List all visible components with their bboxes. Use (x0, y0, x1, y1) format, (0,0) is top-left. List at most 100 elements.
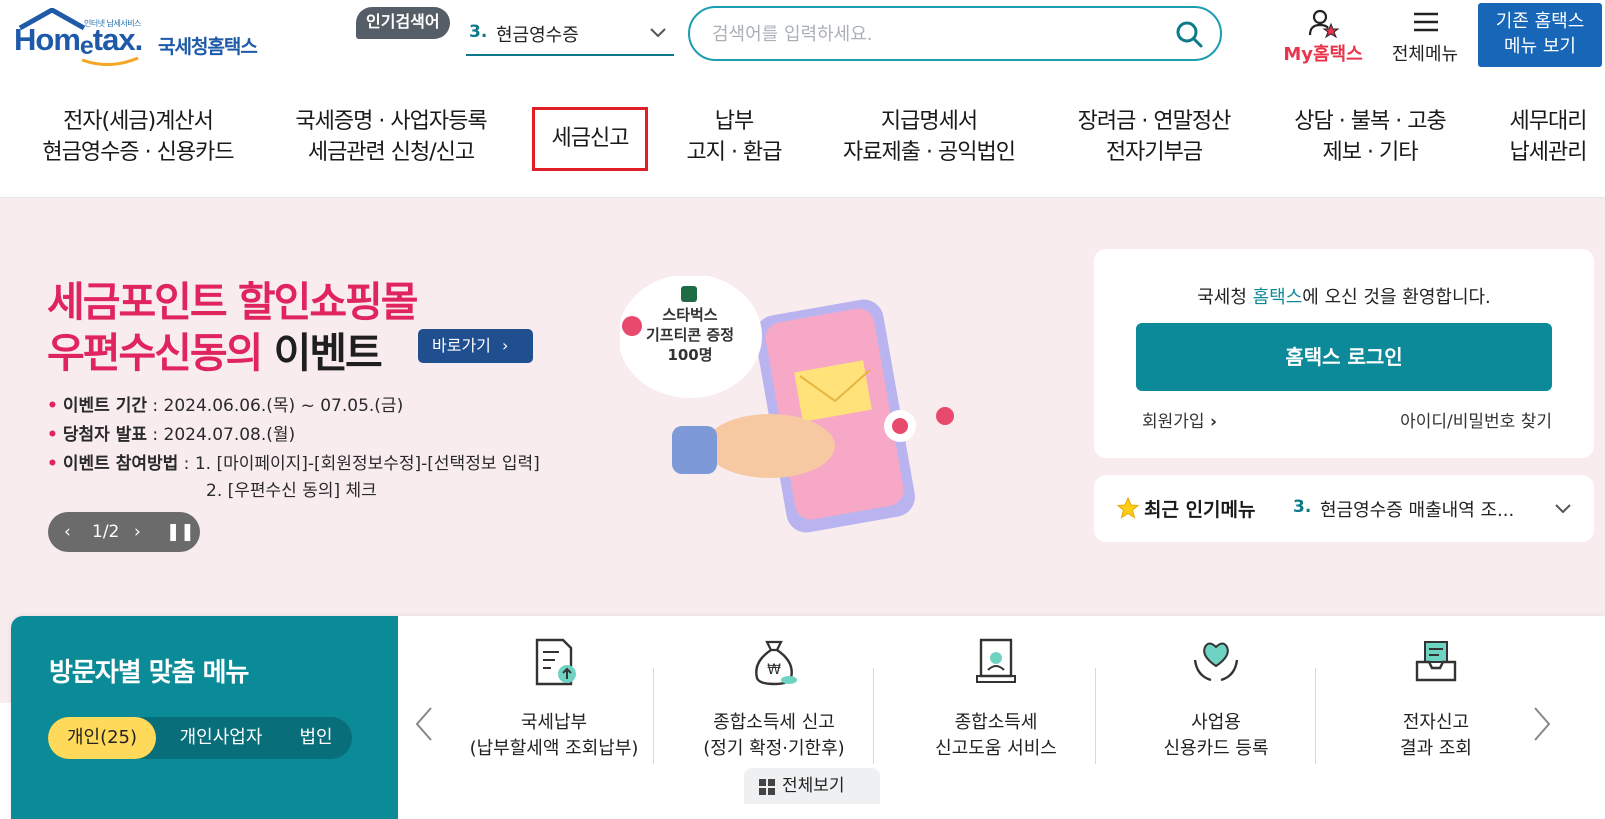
bubble-line2: 기프티콘 증정 (646, 326, 734, 344)
popular-keyword-badge: 인기검색어 (356, 7, 450, 39)
logo-korean-name: 국세청홈택스 (158, 36, 258, 58)
pager-pause-icon[interactable]: ❚❚ (166, 512, 195, 552)
service-line2: 신용카드 등록 (1163, 738, 1269, 759)
gnb-label-line1: 세무대리 (1509, 109, 1588, 134)
my-hometax-button[interactable]: My홈택스 (1278, 6, 1368, 66)
all-menu-button[interactable]: 전체메뉴 (1380, 6, 1470, 66)
service-divider (653, 668, 654, 764)
gnb-label-line1: 세금신고 (551, 126, 630, 151)
chevron-right-icon: › (501, 336, 509, 355)
bubble-line3: 100명 (667, 346, 712, 364)
chevron-left-icon[interactable] (413, 706, 435, 742)
gnb-label-line2: 납세관리 (1509, 140, 1588, 165)
event-method: • 이벤트 참여방법 : 1. [마이페이지]-[회원정보수정]-[선택정보 입력… (47, 454, 540, 474)
login-button[interactable]: 홈택스 로그인 (1136, 323, 1552, 391)
go-button-label: 바로가기 (432, 336, 491, 355)
my-hometax-label: My홈택스 (1283, 44, 1363, 65)
user-star-icon (1308, 9, 1340, 38)
gnb-item-consult[interactable]: 상담 · 불복 · 고충 제보 · 기타 (1282, 106, 1458, 168)
hamburger-icon (1414, 12, 1438, 32)
login-card: 국세청 홈택스에 오신 것을 환영합니다. 홈택스 로그인 회원가입 › 아이디… (1094, 249, 1594, 458)
old-menu-line2: 메뉴 보기 (1504, 36, 1576, 57)
phone-envelope-illustration: 스타벅스 기프티콘 증정 100명 (620, 276, 954, 533)
join-link[interactable]: 회원가입 › (1142, 407, 1217, 432)
banner-go-button[interactable]: 바로가기 › (418, 329, 533, 363)
view-all-label: 전체보기 (782, 776, 845, 796)
popular-menu-number: 3. (1293, 497, 1312, 517)
gnb-label-line2: 자료제출 · 공익법인 (843, 140, 1016, 165)
chevron-down-icon (650, 28, 666, 38)
find-id-password-link[interactable]: 아이디/비밀번호 찾기 (1400, 407, 1552, 432)
visitor-menu-side: 방문자별 맞춤 메뉴 개인(25) 개인사업자 법인 (11, 616, 398, 819)
popular-menu-card[interactable]: 최근 인기메뉴 3. 현금영수증 매출내역 조... (1094, 475, 1594, 542)
popular-menu-text: 현금영수증 매출내역 조... (1320, 500, 1515, 521)
service-e-filing-result[interactable]: 전자신고 결과 조회 (1325, 636, 1547, 786)
main-navigation: 전자(세금)계산서 현금영수증 · 신용카드 국세증명 · 사업자등록 세금관련… (0, 80, 1605, 198)
service-line2: 신고도움 서비스 (935, 738, 1057, 759)
event-period: • 이벤트 기간 : 2024.06.06.(목) ~ 07.05.(금) (47, 396, 404, 416)
service-filing-help[interactable]: 종합소득세 신고도움 서비스 (885, 636, 1107, 786)
heart-hands-icon (1193, 642, 1239, 682)
visitor-menu-title: 방문자별 맞춤 메뉴 (49, 658, 249, 688)
view-all-button[interactable]: 전체보기 (744, 768, 880, 804)
hometax-logo[interactable]: 인터넷 납세서비스 Hometax. 국세청홈택스 (14, 4, 284, 70)
gnb-label-line1: 상담 · 불복 · 고충 (1294, 109, 1446, 134)
event-method-step2: 2. [우편수신 동의] 체크 (206, 481, 377, 501)
gnb-label-line2: 현금영수증 · 신용카드 (42, 140, 234, 165)
gnb-label-line1: 지급명세서 (880, 109, 978, 134)
tab-individual-business[interactable]: 개인사업자 (162, 717, 280, 759)
service-line1: 사업용 (1191, 712, 1241, 733)
chevron-right-icon[interactable] (1531, 706, 1553, 742)
filing-help-icon (976, 638, 1016, 683)
service-line2: 결과 조회 (1400, 738, 1472, 759)
service-line1: 종합소득세 신고 (713, 712, 835, 733)
pager-count: 1/2 (92, 522, 120, 542)
popular-keyword-text: 현금영수증 (496, 25, 579, 46)
pager-prev-icon[interactable]: ‹ (64, 512, 71, 552)
service-line2: (정기 확정·기한후) (703, 738, 845, 759)
search-input[interactable] (712, 19, 1152, 49)
visitor-type-tabs: 개인(25) 개인사업자 법인 (48, 717, 352, 759)
gnb-label-line1: 납부 (714, 109, 754, 134)
tab-individual[interactable]: 개인(25) (48, 717, 156, 759)
bubble-line1: 스타벅스 (662, 306, 717, 324)
gnb-item-tax-filing[interactable]: 세금신고 (532, 107, 648, 171)
welcome-message: 국세청 홈택스에 오신 것을 환영합니다. (1197, 287, 1491, 308)
gnb-label-line2: 고지 · 환급 (686, 140, 783, 165)
gnb-label-line2: 전자기부금 (1105, 140, 1203, 165)
pager-next-icon[interactable]: › (134, 512, 141, 552)
banner-title-line2: 우편수신동의 이벤트 (47, 329, 383, 377)
service-divider (1315, 668, 1316, 764)
tab-corporation[interactable]: 법인 (284, 717, 348, 759)
gnb-item-payment[interactable]: 납부 고지 · 환급 (678, 106, 790, 168)
all-menu-label: 전체메뉴 (1391, 44, 1459, 65)
gnb-item-incentive[interactable]: 장려금 · 연말정산 전자기부금 (1068, 106, 1240, 168)
header: 인터넷 납세서비스 Hometax. 국세청홈택스 인기검색어 3. 현금영수증… (0, 0, 1605, 80)
service-business-card[interactable]: 사업용 신용카드 등록 (1105, 636, 1327, 786)
old-hometax-menu-button[interactable]: 기존 홈택스 메뉴 보기 (1478, 3, 1602, 67)
grid-icon (759, 779, 775, 795)
starbucks-cup-icon (681, 286, 697, 302)
gnb-label-line1: 장려금 · 연말정산 (1077, 109, 1232, 134)
gnb-item-statement[interactable]: 지급명세서 자료제출 · 공익법인 (836, 106, 1022, 168)
gnb-label-line2: 제보 · 기타 (1322, 140, 1419, 165)
popular-keyword-number: 3. (469, 22, 488, 42)
gnb-item-tax-agent[interactable]: 세무대리 납세관리 (1494, 106, 1602, 168)
service-line1: 종합소득세 (954, 712, 1038, 733)
gnb-item-certificate[interactable]: 국세증명 · 사업자등록 세금관련 신청/신고 (288, 106, 494, 168)
money-bag-icon: ₩ (755, 640, 797, 686)
popular-keyword-select[interactable]: 3. 현금영수증 (466, 14, 674, 56)
gnb-item-e-invoice[interactable]: 전자(세금)계산서 현금영수증 · 신용카드 (38, 106, 238, 168)
logo-brand: Hometax. (14, 22, 143, 60)
svg-text:₩: ₩ (767, 662, 781, 678)
swoosh-icon (81, 56, 139, 66)
service-divider (873, 668, 874, 764)
popular-menu-title: 최근 인기메뉴 (1144, 499, 1256, 521)
service-tax-payment[interactable]: 국세납부 (납부할세액 조회납부) (443, 636, 665, 786)
chevron-down-icon (1555, 504, 1571, 514)
service-income-tax-filing[interactable]: ₩ 종합소득세 신고 (정기 확정·기한후) (663, 636, 885, 786)
search-icon[interactable] (1174, 19, 1204, 49)
gnb-label-line2: 세금관련 신청/신고 (307, 140, 475, 165)
winner-announcement: • 당첨자 발표 : 2024.07.08.(월) (47, 425, 296, 445)
service-line2: (납부할세액 조회납부) (469, 738, 639, 759)
